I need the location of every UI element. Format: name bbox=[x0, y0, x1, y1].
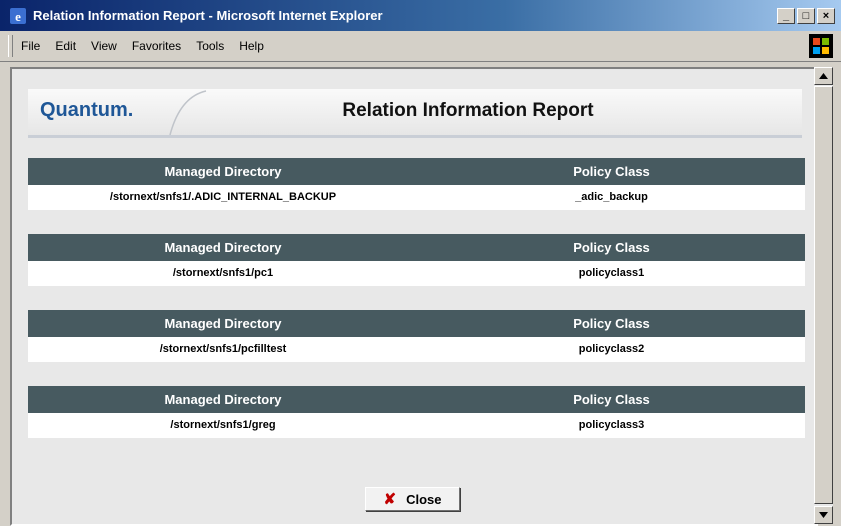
policy-class-cell: policyclass3 bbox=[578, 419, 645, 431]
title-bar: e Relation Information Report - Microsof… bbox=[0, 0, 841, 31]
close-button-label: Close bbox=[406, 491, 442, 507]
policy-class-header: Policy Class bbox=[573, 316, 650, 331]
maximize-button[interactable]: □ bbox=[797, 8, 815, 24]
table-header: Managed Directory Policy Class bbox=[28, 386, 805, 413]
menu-grip bbox=[8, 35, 13, 57]
policy-class-header: Policy Class bbox=[573, 164, 650, 179]
table-header: Managed Directory Policy Class bbox=[28, 234, 805, 261]
scroll-down-button[interactable] bbox=[814, 506, 833, 524]
managed-directory-header: Managed Directory bbox=[164, 316, 282, 331]
close-window-button[interactable]: × bbox=[817, 8, 835, 24]
internet-explorer-icon: e bbox=[10, 7, 26, 24]
menu-file[interactable]: File bbox=[21, 39, 40, 53]
menu-tools[interactable]: Tools bbox=[196, 39, 224, 53]
arrow-down-icon bbox=[819, 512, 828, 518]
table-header: Managed Directory Policy Class bbox=[28, 158, 805, 185]
windows-flag-icon bbox=[813, 38, 829, 54]
quantum-logo: Quantum. bbox=[40, 99, 134, 121]
banner-swoosh bbox=[169, 90, 207, 135]
managed-directory-header: Managed Directory bbox=[164, 164, 282, 179]
directory-cell: /stornext/snfs1/.ADIC_INTERNAL_BACKUP bbox=[109, 191, 337, 203]
window-title: Relation Information Report - Microsoft … bbox=[33, 8, 383, 23]
policy-class-cell: _adic_backup bbox=[575, 191, 648, 203]
menu-help[interactable]: Help bbox=[239, 39, 264, 53]
directory-cell: /stornext/snfs1/greg bbox=[170, 419, 276, 431]
table-row: /stornext/snfs1/pcfilltest policyclass2 bbox=[28, 337, 805, 362]
menu-favorites[interactable]: Favorites bbox=[132, 39, 181, 53]
directory-cell: /stornext/snfs1/pc1 bbox=[172, 267, 274, 279]
page-title: Relation Information Report bbox=[342, 100, 594, 121]
relation-table: Managed Directory Policy Class /stornext… bbox=[28, 386, 805, 438]
table-row: /stornext/snfs1/.ADIC_INTERNAL_BACKUP _a… bbox=[28, 185, 805, 210]
close-button[interactable]: ✘ Close bbox=[365, 487, 460, 511]
policy-class-cell: policyclass2 bbox=[578, 343, 645, 355]
browser-window: e Relation Information Report - Microsof… bbox=[0, 0, 841, 526]
table-header: Managed Directory Policy Class bbox=[28, 310, 805, 337]
scroll-up-button[interactable] bbox=[814, 67, 833, 85]
relation-table: Managed Directory Policy Class /stornext… bbox=[28, 234, 805, 286]
table-row: /stornext/snfs1/greg policyclass3 bbox=[28, 413, 805, 438]
minimize-button[interactable]: _ bbox=[777, 8, 795, 24]
directory-cell: /stornext/snfs1/pcfilltest bbox=[159, 343, 287, 355]
policy-class-header: Policy Class bbox=[573, 392, 650, 407]
relation-table: Managed Directory Policy Class /stornext… bbox=[28, 158, 805, 210]
report-banner: Quantum. Relation Information Report bbox=[28, 89, 802, 138]
table-row: /stornext/snfs1/pc1 policyclass1 bbox=[28, 261, 805, 286]
windows-logo-icon bbox=[809, 34, 833, 58]
svg-text:e: e bbox=[15, 9, 21, 24]
menu-edit[interactable]: Edit bbox=[55, 39, 76, 53]
policy-class-header: Policy Class bbox=[573, 240, 650, 255]
relation-table: Managed Directory Policy Class /stornext… bbox=[28, 310, 805, 362]
red-x-icon: ✘ bbox=[383, 491, 397, 508]
page-content: Quantum. Relation Information Report Man… bbox=[10, 67, 818, 526]
arrow-up-icon bbox=[819, 73, 828, 79]
scroll-thumb[interactable] bbox=[814, 86, 833, 504]
vertical-scrollbar[interactable] bbox=[814, 67, 833, 524]
policy-class-cell: policyclass1 bbox=[578, 267, 645, 279]
managed-directory-header: Managed Directory bbox=[164, 392, 282, 407]
menu-view[interactable]: View bbox=[91, 39, 117, 53]
menu-bar: File Edit View Favorites Tools Help bbox=[0, 31, 841, 62]
managed-directory-header: Managed Directory bbox=[164, 240, 282, 255]
